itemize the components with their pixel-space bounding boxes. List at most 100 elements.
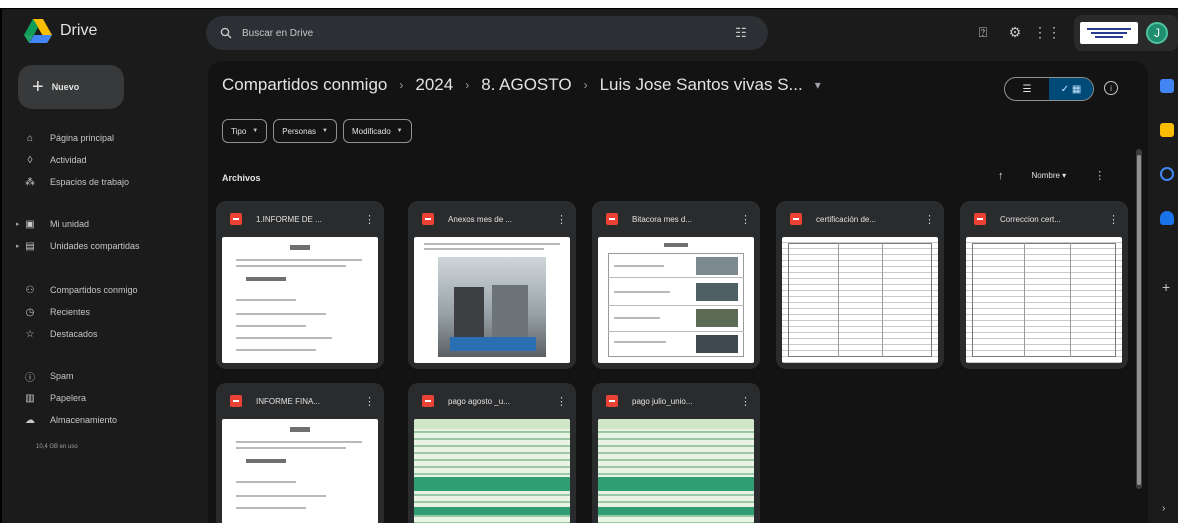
thumb-photo-detail: [598, 419, 754, 429]
chevron-right-icon: ›: [465, 78, 470, 92]
breadcrumb-current[interactable]: Luis Jose Santos vivas S...: [600, 75, 803, 95]
file-card[interactable]: Bitacora mes d... ⋮: [592, 201, 760, 369]
more-options-icon[interactable]: ⋮: [364, 213, 375, 226]
file-card-header: INFORME FINA... ⋮: [216, 383, 384, 419]
thumb-table: [972, 243, 1116, 357]
more-options-icon[interactable]: ⋮: [556, 213, 567, 226]
pdf-icon: [230, 213, 242, 225]
sidebar-item-spam[interactable]: ⓘ Spam: [24, 365, 200, 387]
file-thumbnail: [598, 237, 754, 363]
help-icon[interactable]: ⍰: [974, 23, 992, 41]
contacts-icon[interactable]: [1160, 211, 1174, 225]
sidebar-item-starred[interactable]: ☆ Destacados: [24, 323, 200, 345]
pdf-icon: [422, 213, 434, 225]
more-options-icon[interactable]: ⋮: [1108, 213, 1119, 226]
file-card[interactable]: 1.INFORME DE ... ⋮: [216, 201, 384, 369]
expand-caret-icon[interactable]: ▸: [16, 220, 20, 228]
drive-logo[interactable]: Drive: [24, 19, 97, 43]
apps-grid-icon[interactable]: ⋮⋮: [1033, 23, 1061, 41]
filter-type[interactable]: Tipo ▼: [222, 119, 268, 143]
file-name: certificación de...: [816, 214, 877, 224]
add-addon-icon[interactable]: +: [1162, 279, 1170, 295]
sidebar-item-activity[interactable]: ◊ Actividad: [24, 149, 200, 171]
more-options-icon[interactable]: ⋮: [1094, 169, 1105, 182]
account-switcher[interactable]: J: [1074, 15, 1178, 51]
file-name: Bitacora mes d...: [632, 214, 693, 224]
grid-view-button[interactable]: ✓ ▦: [1049, 78, 1093, 100]
thumb-line: [614, 291, 670, 293]
file-thumbnail: [598, 419, 754, 523]
chevron-right-icon: ›: [399, 78, 404, 92]
thumb-logo: [290, 427, 310, 432]
sidebar: + Nuevo ⌂ Página principal ◊ Actividad ⁂…: [2, 57, 206, 523]
filter-modified[interactable]: Modificado ▼: [342, 119, 412, 143]
search-options-icon[interactable]: ☷: [732, 24, 750, 42]
settings-icon[interactable]: ⚙: [1006, 23, 1024, 41]
filter-people[interactable]: Personas ▼: [273, 119, 337, 143]
file-card[interactable]: certificación de... ⋮: [776, 201, 944, 369]
app-name: Drive: [60, 22, 98, 39]
sidebar-item-shared-with-me[interactable]: ⚇ Compartidos conmigo: [24, 279, 200, 301]
file-card[interactable]: Correccion cert... ⋮: [960, 201, 1128, 369]
file-card-header: 1.INFORME DE ... ⋮: [216, 201, 384, 237]
sidebar-item-home[interactable]: ⌂ Página principal: [24, 127, 200, 149]
more-options-icon[interactable]: ⋮: [556, 395, 567, 408]
file-name: pago julio_unio...: [632, 396, 693, 406]
sidebar-item-storage[interactable]: ☁ Almacenamiento: [24, 409, 200, 431]
file-card[interactable]: pago agosto _u... ⋮: [408, 383, 576, 523]
sidebar-item-workspaces[interactable]: ⁂ Espacios de trabajo: [24, 171, 200, 193]
section-title: Archivos: [222, 173, 261, 183]
breadcrumb-item[interactable]: Compartidos conmigo: [222, 75, 387, 95]
thumb-line: [236, 481, 296, 483]
thumb-photo: [696, 335, 738, 353]
sort-by-button[interactable]: Nombre ▾: [1032, 171, 1067, 180]
more-options-icon[interactable]: ⋮: [740, 213, 751, 226]
drive-window: Drive Buscar en Drive ☷ ⍰ ⚙ ⋮⋮ J + Nuevo…: [0, 8, 1178, 523]
new-button[interactable]: + Nuevo: [18, 65, 124, 109]
thumb-photo-detail: [414, 507, 570, 515]
thumb-line: [246, 277, 286, 281]
thumb-line: [838, 243, 839, 357]
file-card-header: Anexos mes de ... ⋮: [408, 201, 576, 237]
search-input[interactable]: Buscar en Drive: [242, 28, 732, 39]
top-bar: Drive Buscar en Drive ☷ ⍰ ⚙ ⋮⋮ J: [2, 9, 1178, 57]
chevron-down-icon[interactable]: ▾: [815, 78, 821, 92]
search-icon[interactable]: [220, 27, 232, 39]
sidebar-item-label: Actividad: [50, 155, 87, 165]
cloud-icon: ☁: [25, 414, 35, 426]
more-options-icon[interactable]: ⋮: [740, 395, 751, 408]
side-panel-rail: + ›: [1152, 57, 1178, 523]
scrollbar-thumb[interactable]: [1137, 155, 1141, 485]
thumb-photo-detail: [454, 287, 484, 337]
file-thumbnail: [222, 237, 378, 363]
more-options-icon[interactable]: ⋮: [364, 395, 375, 408]
more-options-icon[interactable]: ⋮: [924, 213, 935, 226]
sidebar-item-shared-drives[interactable]: ▸ ▤ Unidades compartidas: [16, 235, 200, 257]
chevron-right-icon[interactable]: ›: [1162, 503, 1165, 514]
info-icon[interactable]: i: [1104, 81, 1118, 95]
sidebar-item-label: Almacenamiento: [50, 415, 118, 425]
plus-icon: +: [32, 76, 44, 98]
tasks-icon[interactable]: [1160, 167, 1174, 181]
sort-direction-icon[interactable]: ↑: [998, 170, 1004, 182]
breadcrumb-item[interactable]: 8. AGOSTO: [481, 75, 571, 95]
avatar[interactable]: J: [1146, 22, 1168, 44]
list-view-button[interactable]: ☰: [1005, 78, 1049, 100]
sidebar-item-recent[interactable]: ◷ Recientes: [24, 301, 200, 323]
calendar-icon[interactable]: [1160, 79, 1174, 93]
pdf-icon: [790, 213, 802, 225]
thumb-line: [236, 507, 306, 509]
search-bar[interactable]: Buscar en Drive ☷: [206, 16, 768, 50]
file-card[interactable]: INFORME FINA... ⋮: [216, 383, 384, 523]
thumb-table: [788, 243, 932, 357]
file-thumbnail: [414, 237, 570, 363]
breadcrumb-item[interactable]: 2024: [415, 75, 453, 95]
sidebar-item-my-drive[interactable]: ▸ ▣ Mi unidad: [16, 213, 200, 235]
file-card[interactable]: Anexos mes de ... ⋮: [408, 201, 576, 369]
expand-caret-icon[interactable]: ▸: [16, 242, 20, 250]
keep-icon[interactable]: [1160, 123, 1174, 137]
sidebar-item-trash[interactable]: ▥ Papelera: [24, 387, 200, 409]
file-card[interactable]: pago julio_unio... ⋮: [592, 383, 760, 523]
file-name: INFORME FINA...: [256, 396, 320, 406]
thumb-photo: [696, 309, 738, 327]
